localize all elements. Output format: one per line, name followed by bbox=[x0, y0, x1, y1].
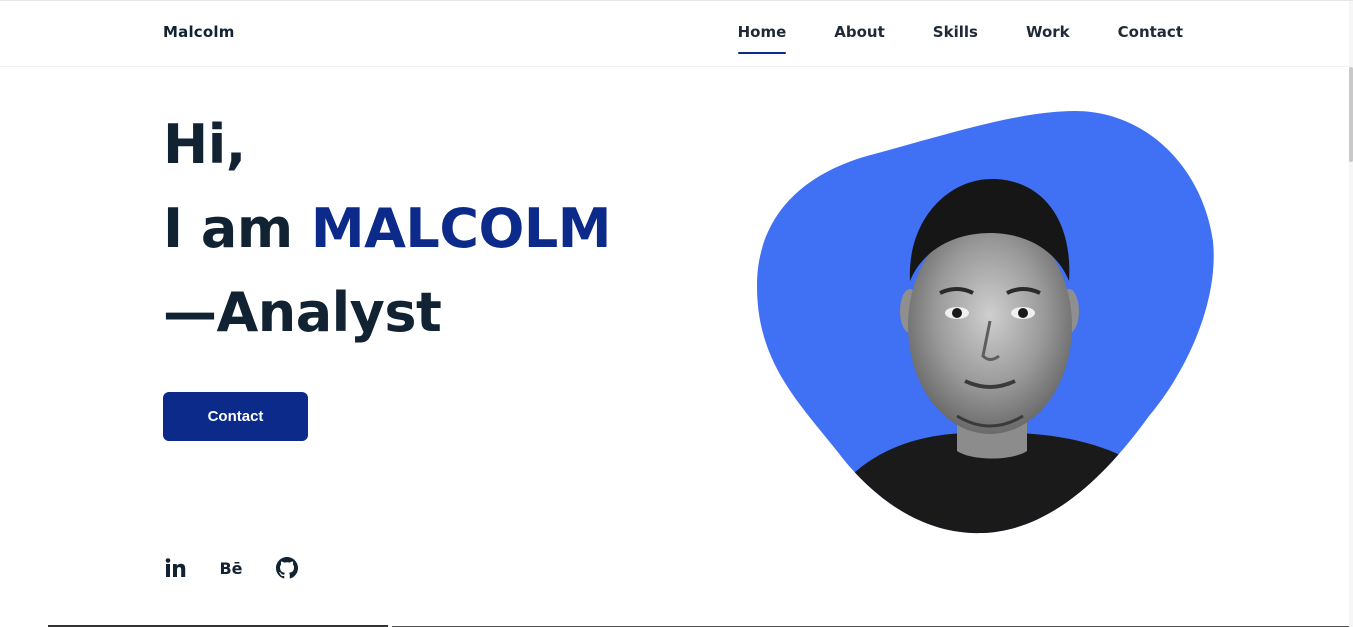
hero-greeting: Hi, bbox=[163, 113, 246, 176]
nav-about[interactable]: About bbox=[834, 23, 885, 54]
social-links: Bē bbox=[163, 554, 331, 582]
portfolio-page: Malcolm Home About Skills Work Contact H… bbox=[0, 0, 1353, 627]
site-logo[interactable]: Malcolm bbox=[163, 23, 235, 41]
profile-photo-blob bbox=[757, 111, 1214, 534]
nav-work[interactable]: Work bbox=[1026, 23, 1070, 54]
behance-icon[interactable]: Bē bbox=[219, 554, 243, 582]
linkedin-icon[interactable] bbox=[163, 554, 187, 582]
hero-name: MALCOLM bbox=[310, 197, 612, 260]
nav-home[interactable]: Home bbox=[737, 23, 786, 54]
nav-skills[interactable]: Skills bbox=[933, 23, 978, 54]
github-icon[interactable] bbox=[275, 554, 299, 582]
hero-intro-line: I am MALCOLM bbox=[163, 187, 683, 271]
page-scrollbar[interactable] bbox=[1349, 1, 1353, 627]
nav-contact[interactable]: Contact bbox=[1118, 23, 1183, 54]
hero-intro-prefix: I am bbox=[163, 197, 311, 260]
hero-heading: Hi, I am MALCOLM —Analyst bbox=[163, 103, 683, 355]
contact-button[interactable]: Contact bbox=[163, 392, 308, 441]
main-nav: Home About Skills Work Contact bbox=[690, 23, 1183, 54]
site-header: Malcolm Home About Skills Work Contact bbox=[0, 1, 1349, 67]
scrollbar-thumb[interactable] bbox=[1349, 67, 1353, 162]
hero-role: —Analyst bbox=[163, 281, 442, 344]
